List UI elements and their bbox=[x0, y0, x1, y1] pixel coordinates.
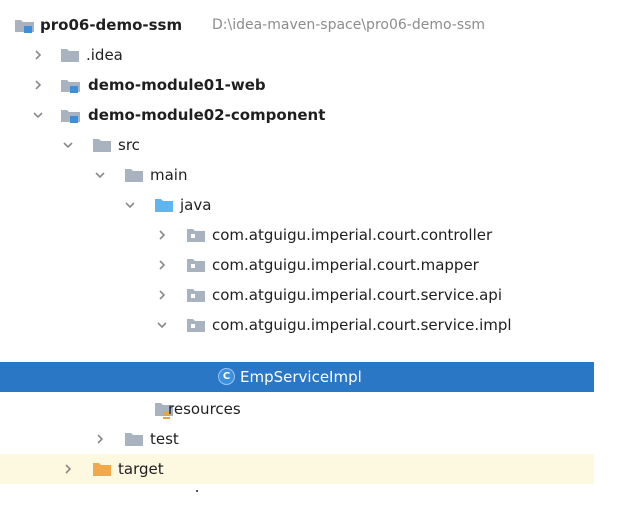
tree-label: test bbox=[150, 430, 179, 448]
tree-row-idea[interactable]: .idea bbox=[0, 40, 594, 70]
tree-label: com.atguigu.imperial.court.controller bbox=[212, 226, 493, 244]
folder-icon bbox=[60, 48, 80, 67]
tree-label: target bbox=[118, 460, 164, 478]
tree-row-module02[interactable]: demo-module02-component bbox=[0, 100, 594, 130]
tree-row-module01[interactable]: demo-module01-web bbox=[0, 70, 594, 100]
root-module-name: pro06-demo-ssm bbox=[40, 16, 183, 34]
chevron-right-icon[interactable] bbox=[156, 229, 168, 241]
tree-row-test[interactable]: test bbox=[0, 424, 594, 454]
folder-icon bbox=[124, 432, 144, 451]
folder-icon bbox=[124, 168, 144, 187]
chevron-down-icon[interactable] bbox=[94, 169, 106, 181]
folder-icon bbox=[92, 138, 112, 157]
tree-label: demo-module01-web bbox=[88, 76, 266, 94]
module-folder-icon bbox=[60, 108, 82, 128]
chevron-down-icon[interactable] bbox=[156, 319, 168, 331]
tree-label: main bbox=[150, 166, 188, 184]
chevron-down-icon[interactable] bbox=[62, 139, 74, 151]
excluded-folder-icon bbox=[92, 462, 112, 481]
tree-label: demo-module02-component bbox=[88, 106, 326, 124]
package-icon bbox=[186, 258, 206, 277]
chevron-right-icon[interactable] bbox=[32, 49, 44, 61]
chevron-right-icon[interactable] bbox=[32, 79, 44, 91]
tree-row-package-service-api[interactable]: com.atguigu.imperial.court.service.api bbox=[0, 280, 594, 310]
package-icon bbox=[186, 228, 206, 247]
package-icon bbox=[186, 318, 206, 337]
tree-label: com.atguigu.imperial.court.service.api bbox=[212, 286, 502, 304]
tree-row-class-empserviceimpl[interactable]: C EmpServiceImpl bbox=[0, 362, 594, 392]
chevron-right-icon[interactable] bbox=[156, 289, 168, 301]
chevron-down-icon[interactable] bbox=[32, 109, 44, 121]
tree-row-src[interactable]: src bbox=[0, 130, 594, 160]
root-module-path: D:\idea-maven-space\pro06-demo-ssm bbox=[212, 17, 486, 33]
package-icon bbox=[186, 288, 206, 307]
source-folder-icon bbox=[154, 198, 174, 217]
tree-row-main[interactable]: main bbox=[0, 160, 594, 190]
tree-label: com.atguigu.imperial.court.service.impl bbox=[212, 316, 512, 334]
chevron-down-icon[interactable] bbox=[124, 199, 136, 211]
chevron-right-icon[interactable] bbox=[62, 463, 74, 475]
module-folder-icon bbox=[60, 78, 82, 98]
tree-row-root[interactable]: pro06-demo-ssm D:\idea-maven-space\pro06… bbox=[0, 10, 594, 40]
class-icon: C bbox=[219, 369, 234, 384]
tree-row-java[interactable]: java bbox=[0, 190, 594, 220]
tree-label: .idea bbox=[86, 46, 123, 64]
tree-label: com.atguigu.imperial.court.mapper bbox=[212, 256, 479, 274]
tree-label: java bbox=[180, 196, 212, 214]
chevron-right-icon[interactable] bbox=[156, 259, 168, 271]
tree-label: resources bbox=[168, 400, 241, 418]
chevron-right-icon[interactable] bbox=[94, 433, 106, 445]
module-folder-icon bbox=[14, 18, 36, 38]
tree-row-package-mapper[interactable]: com.atguigu.imperial.court.mapper bbox=[0, 250, 594, 280]
tree-label: EmpServiceImpl bbox=[240, 368, 362, 386]
tree-row-package-controller[interactable]: com.atguigu.imperial.court.controller bbox=[0, 220, 594, 250]
stray-dot bbox=[196, 490, 198, 492]
tree-row-package-service-impl[interactable]: com.atguigu.imperial.court.service.impl bbox=[0, 310, 594, 340]
tree-label: src bbox=[118, 136, 140, 154]
tree-row-target[interactable]: target bbox=[0, 454, 594, 484]
tree-row-resources[interactable]: resources bbox=[0, 394, 594, 424]
